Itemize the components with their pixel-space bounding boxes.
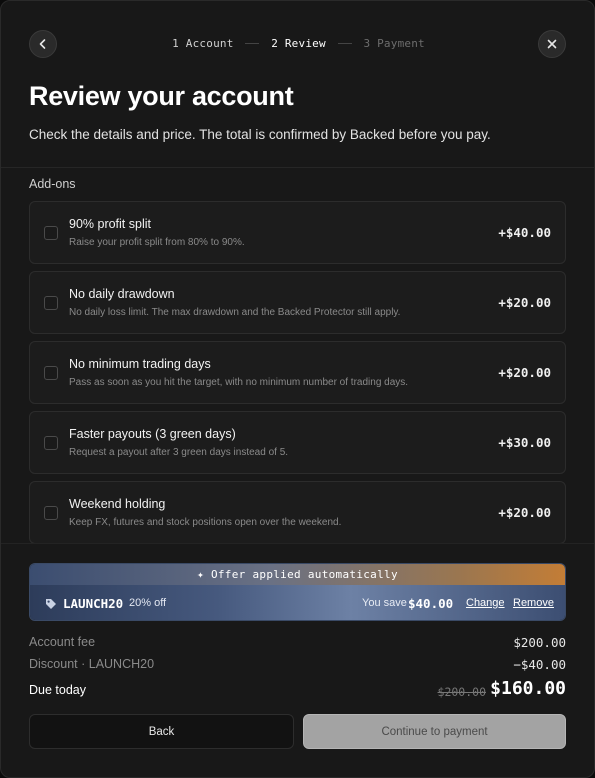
step-payment: 3 Payment <box>363 36 425 50</box>
addon-description: No daily loss limit. The max drawdown an… <box>69 307 401 318</box>
fee-label: Account fee <box>29 635 96 649</box>
original-total: $200.00 <box>437 685 486 699</box>
save-label: You save <box>362 597 407 609</box>
save-amount: $40.00 <box>408 596 454 611</box>
page-title: Review your account <box>29 81 294 111</box>
addon-checkbox[interactable] <box>44 296 58 310</box>
stepper: 1 Account 2 Review 3 Payment <box>1 36 594 50</box>
step-separator <box>337 42 352 44</box>
addon-name: Weekend holding <box>69 497 166 511</box>
addon-no-daily-drawdown[interactable]: No daily drawdown No daily loss limit. T… <box>29 271 566 334</box>
addon-checkbox[interactable] <box>44 366 58 380</box>
checkout-modal: 1 Account 2 Review 3 Payment Review your… <box>0 0 595 778</box>
continue-to-payment-button[interactable]: Continue to payment <box>303 714 566 749</box>
addon-description: Keep FX, futures and stock positions ope… <box>69 517 342 528</box>
due-label: Due today <box>29 683 86 697</box>
addon-checkbox[interactable] <box>44 506 58 520</box>
addon-faster-payouts[interactable]: Faster payouts (3 green days) Request a … <box>29 411 566 474</box>
addons-label: Add-ons <box>29 177 76 191</box>
addon-checkbox[interactable] <box>44 436 58 450</box>
addon-name: 90% profit split <box>69 217 151 231</box>
addon-description: Pass as soon as you hit the target, with… <box>69 377 409 388</box>
discount-value: −$40.00 <box>513 657 566 672</box>
addon-description: Request a payout after 3 green days inst… <box>69 447 289 458</box>
offer-banner: ✦ Offer applied automatically <box>30 564 565 585</box>
section-divider <box>1 543 594 544</box>
addon-no-minimum-days[interactable]: No minimum trading days Pass as soon as … <box>29 341 566 404</box>
step-review[interactable]: 2 Review <box>271 37 326 50</box>
addon-weekend-holding[interactable]: Weekend holding Keep FX, futures and sto… <box>29 481 566 544</box>
addon-price: +$20.00 <box>498 295 551 310</box>
close-icon <box>547 39 557 49</box>
remove-promo-link[interactable]: Remove <box>513 597 554 609</box>
step-account[interactable]: 1 Account <box>172 37 233 50</box>
offer-bar: LAUNCH20 20% off You save $40.00 Change … <box>30 585 565 620</box>
addon-name: No daily drawdown <box>69 287 175 301</box>
fee-value: $200.00 <box>513 635 566 650</box>
discount-label: Discount · LAUNCH20 <box>29 657 155 671</box>
addon-price: +$20.00 <box>498 505 551 520</box>
step-separator <box>245 42 260 44</box>
addon-description: Raise your profit split from 80% to 90%. <box>69 237 245 248</box>
addon-price: +$30.00 <box>498 435 551 450</box>
addon-profit-split[interactable]: 90% profit split Raise your profit split… <box>29 201 566 264</box>
addon-price: +$40.00 <box>498 225 551 240</box>
page-subtitle: Check the details and price. The total i… <box>29 127 491 142</box>
addon-checkbox[interactable] <box>44 226 58 240</box>
total-amount: $160.00 <box>490 678 566 699</box>
change-promo-link[interactable]: Change <box>466 597 505 609</box>
tag-icon <box>46 599 56 609</box>
promo-code: LAUNCH20 <box>63 596 124 611</box>
close-button[interactable] <box>538 30 566 58</box>
header-divider <box>1 167 594 168</box>
offer-card: ✦ Offer applied automatically LAUNCH20 2… <box>29 563 566 621</box>
addon-name: Faster payouts (3 green days) <box>69 427 236 441</box>
back-button[interactable]: Back <box>29 714 294 749</box>
topbar: 1 Account 2 Review 3 Payment <box>1 1 594 85</box>
addons-list: 90% profit split Raise your profit split… <box>29 201 566 551</box>
addon-price: +$20.00 <box>498 365 551 380</box>
promo-percent: 20% off <box>129 597 167 609</box>
addon-name: No minimum trading days <box>69 357 211 371</box>
